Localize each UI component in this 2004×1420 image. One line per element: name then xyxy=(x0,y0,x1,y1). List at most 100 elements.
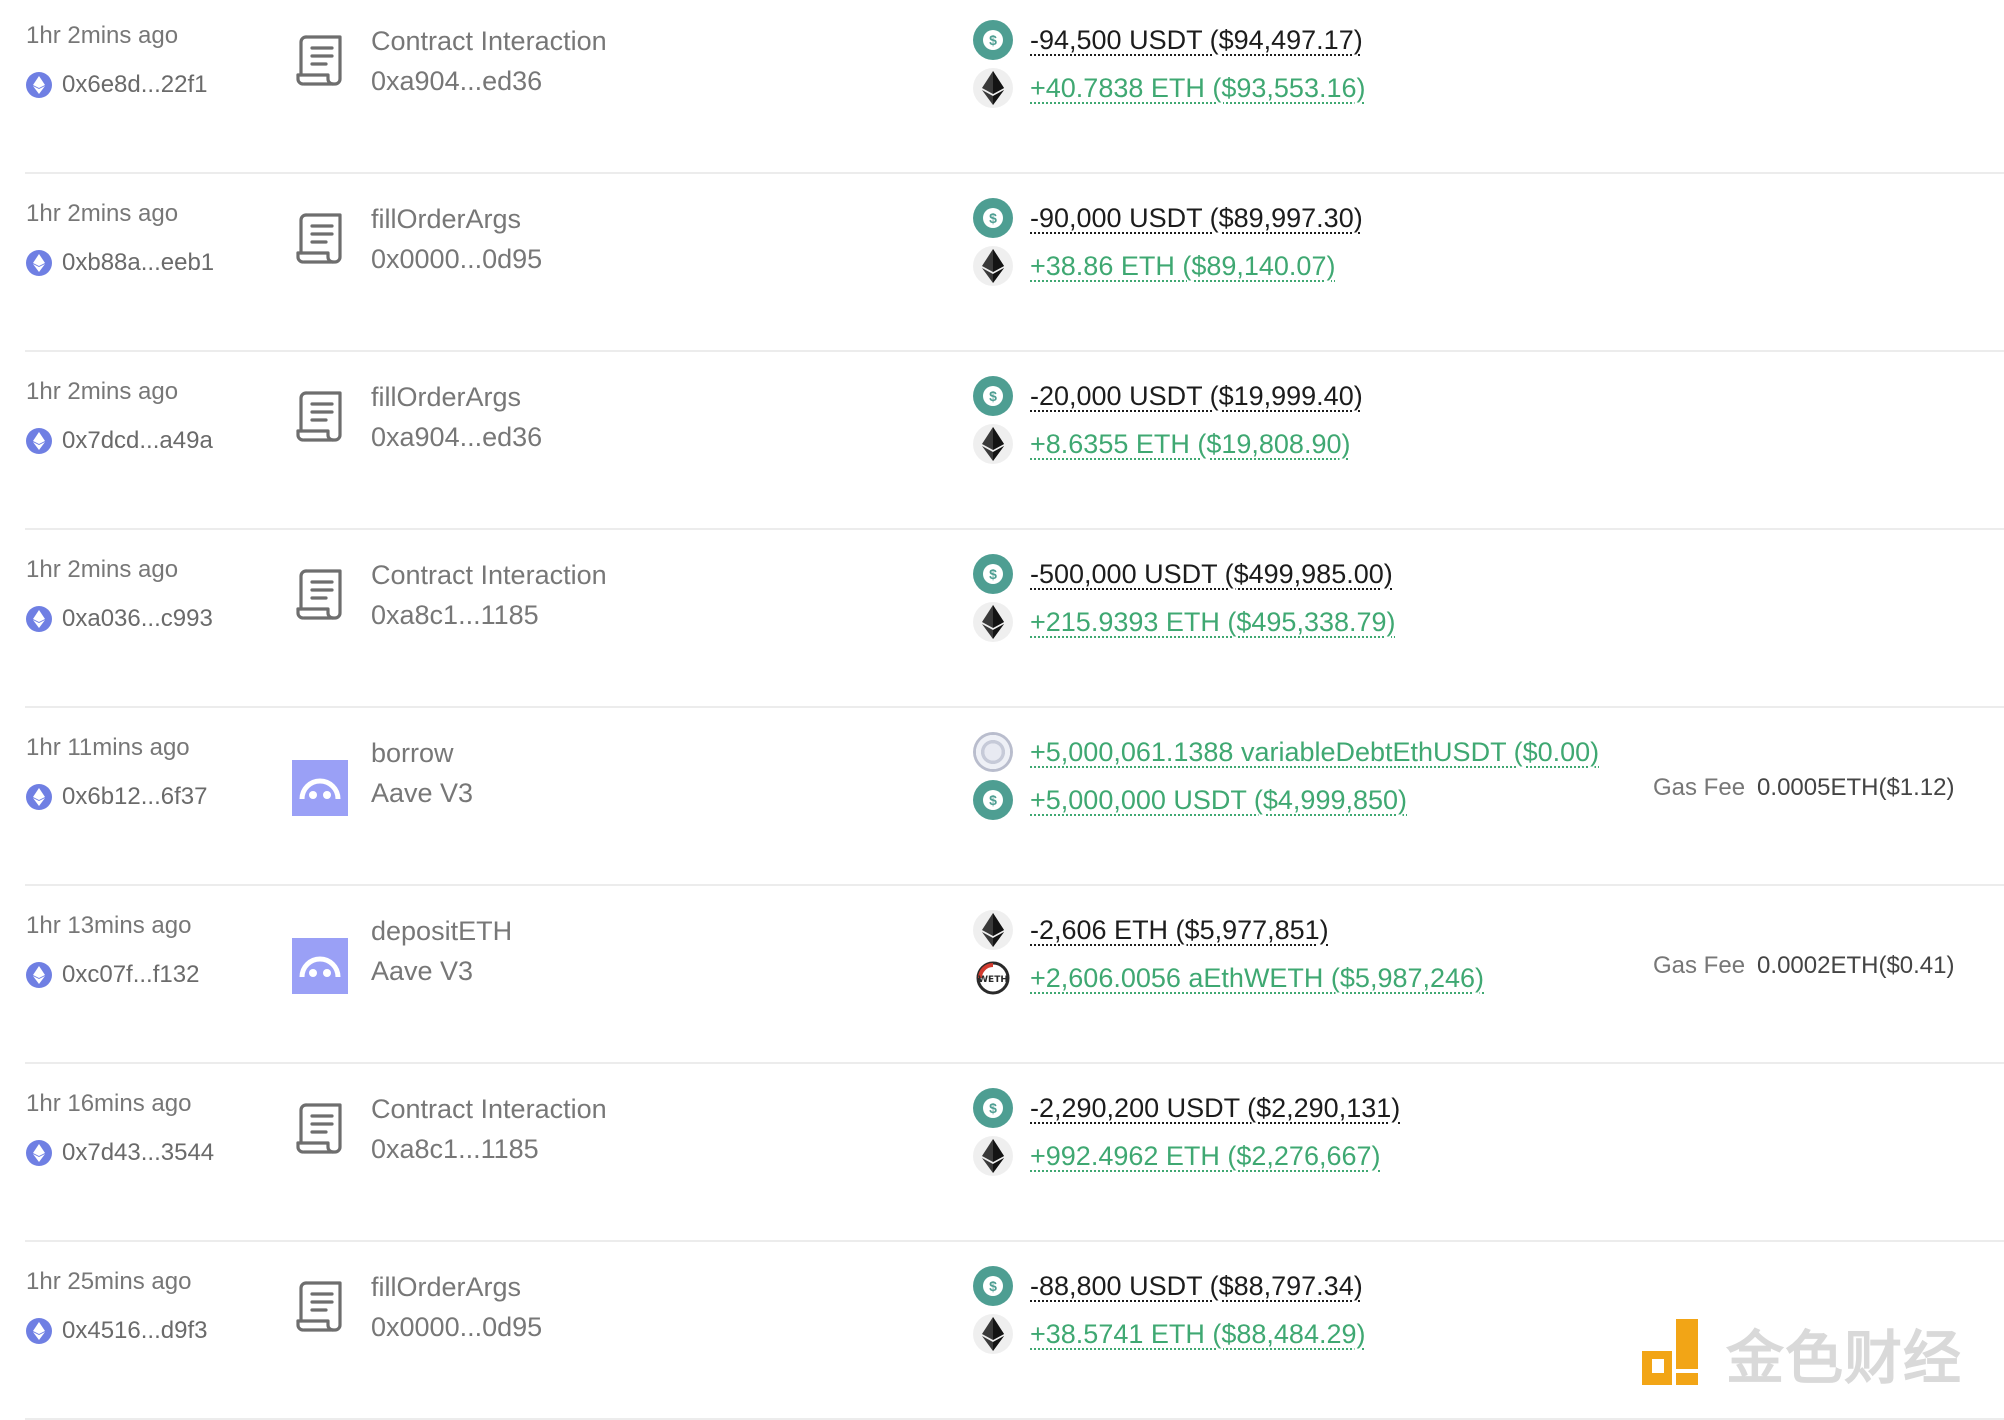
usdt-token-icon: $ xyxy=(973,198,1013,238)
eth-token-icon xyxy=(973,68,1013,108)
transaction-hash[interactable]: 0x6e8d...22f1 xyxy=(62,71,207,99)
transfer-amount[interactable]: -2,606 ETH ($5,977,851) xyxy=(1030,915,1329,946)
transfer-amount[interactable]: +215.9393 ETH ($495,338.79) xyxy=(1030,607,1396,638)
transaction-target[interactable]: 0x0000...0d95 xyxy=(371,1312,542,1343)
transaction-method: fillOrderArgs xyxy=(371,1272,522,1302)
transaction-row[interactable]: 1hr 2mins ago 0xb88a...eeb1 fillOrderArgs 0… xyxy=(0,174,2004,352)
transaction-hash-link[interactable]: 0xc07f...f132 xyxy=(26,960,199,990)
transaction-hash-link[interactable]: 0x7d43...3544 xyxy=(26,1138,214,1168)
transaction-hash-link[interactable]: 0x6b12...6f37 xyxy=(26,782,207,812)
watermark-logo-icon xyxy=(1642,1319,1698,1385)
transaction-time: 1hr 13mins ago xyxy=(26,912,192,939)
eth-token-icon xyxy=(973,1136,1013,1176)
transfer-amount[interactable]: +38.5741 ETH ($88,484.29) xyxy=(1030,1319,1365,1350)
transaction-target[interactable]: Aave V3 xyxy=(371,778,473,809)
transfer-amount[interactable]: +992.4962 ETH ($2,276,667) xyxy=(1030,1141,1381,1172)
ethereum-chain-icon xyxy=(26,784,52,810)
usdt-token-icon: $ xyxy=(973,1088,1013,1128)
transaction-time: 1hr 2mins ago xyxy=(26,556,179,583)
watermark: 金色财经 xyxy=(1636,1315,1962,1392)
transfer-amount[interactable]: +5,000,000 USDT ($4,999,850) xyxy=(1030,785,1407,816)
transaction-method: Contract Interaction xyxy=(371,1094,607,1124)
ethereum-chain-icon xyxy=(26,1140,52,1166)
ethereum-chain-icon xyxy=(26,428,52,454)
transfer-amount[interactable]: -94,500 USDT ($94,497.17) xyxy=(1030,25,1363,56)
token-transfer: WETH +2,606.0056 aEthWETH ($5,987,246) xyxy=(973,958,1484,998)
transaction-hash[interactable]: 0xa036...c993 xyxy=(62,605,213,633)
transaction-hash[interactable]: 0x6b12...6f37 xyxy=(62,783,207,811)
token-transfer: $ +5,000,000 USDT ($4,999,850) xyxy=(973,780,1407,820)
transfer-amount[interactable]: -90,000 USDT ($89,997.30) xyxy=(1030,203,1363,234)
transaction-row[interactable]: 1hr 2mins ago 0xa036...c993 Contract Inter… xyxy=(0,530,2004,708)
gas-fee: Gas Fee 0.0002ETH($0.41) xyxy=(1653,946,1955,986)
transfer-amount[interactable]: +2,606.0056 aEthWETH ($5,987,246) xyxy=(1030,963,1484,994)
token-transfer: +992.4962 ETH ($2,276,667) xyxy=(973,1136,1381,1176)
usdt-token-icon: $ xyxy=(973,554,1013,594)
transfer-amount[interactable]: -88,800 USDT ($88,797.34) xyxy=(1030,1271,1363,1302)
ethereum-chain-icon xyxy=(26,250,52,276)
transaction-method: Contract Interaction xyxy=(371,560,607,590)
usdt-token-icon: $ xyxy=(973,1266,1013,1306)
transaction-method: fillOrderArgs xyxy=(371,204,522,234)
transaction-hash[interactable]: 0x4516...d9f3 xyxy=(62,1317,207,1345)
transaction-hash[interactable]: 0xc07f...f132 xyxy=(62,961,199,989)
contract-icon xyxy=(292,562,348,626)
transfer-amount[interactable]: +40.7838 ETH ($93,553.16) xyxy=(1030,73,1365,104)
eth-token-icon xyxy=(973,910,1013,950)
transfer-amount[interactable]: +5,000,061.1388 variableDebtEthUSDT ($0.… xyxy=(1030,737,1599,768)
transaction-target[interactable]: 0xa8c1...1185 xyxy=(371,1134,539,1165)
contract-icon xyxy=(292,384,348,448)
ethereum-chain-icon xyxy=(26,606,52,632)
transaction-hash[interactable]: 0x7dcd...a49a xyxy=(62,427,213,455)
watermark-text: 金色财经 xyxy=(1726,1324,1963,1392)
transaction-target[interactable]: 0xa904...ed36 xyxy=(371,66,542,97)
transaction-row[interactable]: 1hr 16mins ago 0x7d43...3544 Contract Inte… xyxy=(0,1064,2004,1242)
transaction-hash-link[interactable]: 0x4516...d9f3 xyxy=(26,1316,207,1346)
contract-icon xyxy=(292,206,348,270)
contract-icon xyxy=(292,1096,348,1160)
gas-fee: Gas Fee 0.0005ETH($1.12) xyxy=(1653,768,1955,808)
aave-icon xyxy=(292,938,348,994)
token-transfer: -2,606 ETH ($5,977,851) xyxy=(973,910,1329,950)
transaction-hash[interactable]: 0x7d43...3544 xyxy=(62,1139,214,1167)
aeth-weth-token-icon: WETH xyxy=(973,958,1013,998)
svg-text:WETH: WETH xyxy=(978,975,1008,985)
transaction-row[interactable]: 1hr 2mins ago 0x7dcd...a49a fillOrderArgs 0… xyxy=(0,352,2004,530)
eth-token-icon xyxy=(973,602,1013,642)
transaction-time: 1hr 2mins ago xyxy=(26,22,179,49)
transaction-hash-link[interactable]: 0xa036...c993 xyxy=(26,604,213,634)
transaction-time: 1hr 11mins ago xyxy=(26,734,190,761)
eth-token-icon xyxy=(973,1314,1013,1354)
transaction-hash-link[interactable]: 0x7dcd...a49a xyxy=(26,426,213,456)
transaction-time: 1hr 2mins ago xyxy=(26,200,179,227)
transaction-hash-link[interactable]: 0x6e8d...22f1 xyxy=(26,70,207,100)
eth-token-icon xyxy=(973,246,1013,286)
ethereum-chain-icon xyxy=(26,1318,52,1344)
transaction-row[interactable]: 1hr 13mins ago 0xc07f...f132 depositETH Aav… xyxy=(0,886,2004,1064)
transaction-row[interactable]: 1hr 2mins ago 0x6e8d...22f1 Contract Inter… xyxy=(0,0,2004,174)
transfer-amount[interactable]: -2,290,200 USDT ($2,290,131) xyxy=(1030,1093,1400,1124)
gas-fee-label: Gas Fee xyxy=(1653,774,1746,801)
usdt-token-icon: $ xyxy=(973,376,1013,416)
transaction-target[interactable]: Aave V3 xyxy=(371,956,473,987)
variable-debt-token-icon xyxy=(973,732,1013,772)
transfer-amount[interactable]: -20,000 USDT ($19,999.40) xyxy=(1030,381,1363,412)
transfer-amount[interactable]: +38.86 ETH ($89,140.07) xyxy=(1030,251,1335,282)
token-transfer: $ -88,800 USDT ($88,797.34) xyxy=(973,1266,1363,1306)
transaction-row[interactable]: 1hr 11mins ago 0x6b12...6f37 borrow Aave V3… xyxy=(0,708,2004,886)
contract-icon xyxy=(292,28,348,92)
token-transfer: +5,000,061.1388 variableDebtEthUSDT ($0.… xyxy=(973,732,1599,772)
contract-icon xyxy=(292,1274,348,1338)
transaction-target[interactable]: 0x0000...0d95 xyxy=(371,244,542,275)
transfer-amount[interactable]: -500,000 USDT ($499,985.00) xyxy=(1030,559,1393,590)
aave-icon xyxy=(292,760,348,816)
transaction-target[interactable]: 0xa8c1...1185 xyxy=(371,600,539,631)
token-transfer: $ -90,000 USDT ($89,997.30) xyxy=(973,198,1363,238)
transaction-hash[interactable]: 0xb88a...eeb1 xyxy=(62,249,214,277)
usdt-token-icon: $ xyxy=(973,20,1013,60)
token-transfer: +38.86 ETH ($89,140.07) xyxy=(973,246,1335,286)
transaction-hash-link[interactable]: 0xb88a...eeb1 xyxy=(26,248,214,278)
token-transfer: +40.7838 ETH ($93,553.16) xyxy=(973,68,1365,108)
transaction-target[interactable]: 0xa904...ed36 xyxy=(371,422,542,453)
transfer-amount[interactable]: +8.6355 ETH ($19,808.90) xyxy=(1030,429,1350,460)
